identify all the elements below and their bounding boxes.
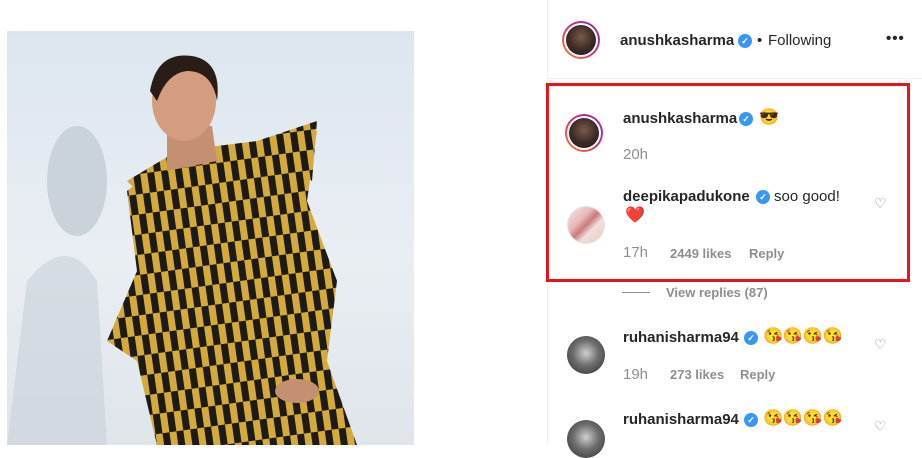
comment-likes[interactable]: 273 likes (670, 367, 724, 382)
header-avatar[interactable] (562, 21, 600, 59)
highlight-annotation-box (546, 83, 910, 282)
verified-badge-icon: ✓ (738, 34, 752, 48)
follow-separator: • (757, 32, 763, 49)
following-button[interactable]: Following (768, 32, 831, 49)
comment-emojis: 😘😘😘😘 (763, 328, 843, 345)
verified-badge-icon: ✓ (744, 331, 758, 345)
like-comment-icon[interactable]: ♡ (874, 418, 887, 435)
like-comment-icon[interactable]: ♡ (874, 336, 887, 353)
comment-avatar[interactable] (567, 336, 605, 374)
verified-badge-icon: ✓ (744, 413, 758, 427)
header-username[interactable]: anushkasharma (620, 32, 734, 49)
more-options-icon[interactable]: ••• (886, 30, 905, 47)
header-divider (548, 78, 922, 79)
comment-time[interactable]: 19h (623, 366, 648, 383)
post-image[interactable] (7, 31, 414, 445)
replies-line (622, 292, 650, 293)
post-image-art (7, 55, 357, 445)
reply-button[interactable]: Reply (740, 367, 775, 382)
comment-username[interactable]: ruhanisharma94 (623, 411, 739, 428)
comment-emojis: 😘😘😘😘 (763, 410, 843, 427)
view-replies-button[interactable]: View replies (87) (666, 285, 768, 300)
post-photo-area (0, 0, 547, 445)
comment-avatar[interactable] (567, 420, 605, 458)
comment-username[interactable]: ruhanisharma94 (623, 329, 739, 346)
